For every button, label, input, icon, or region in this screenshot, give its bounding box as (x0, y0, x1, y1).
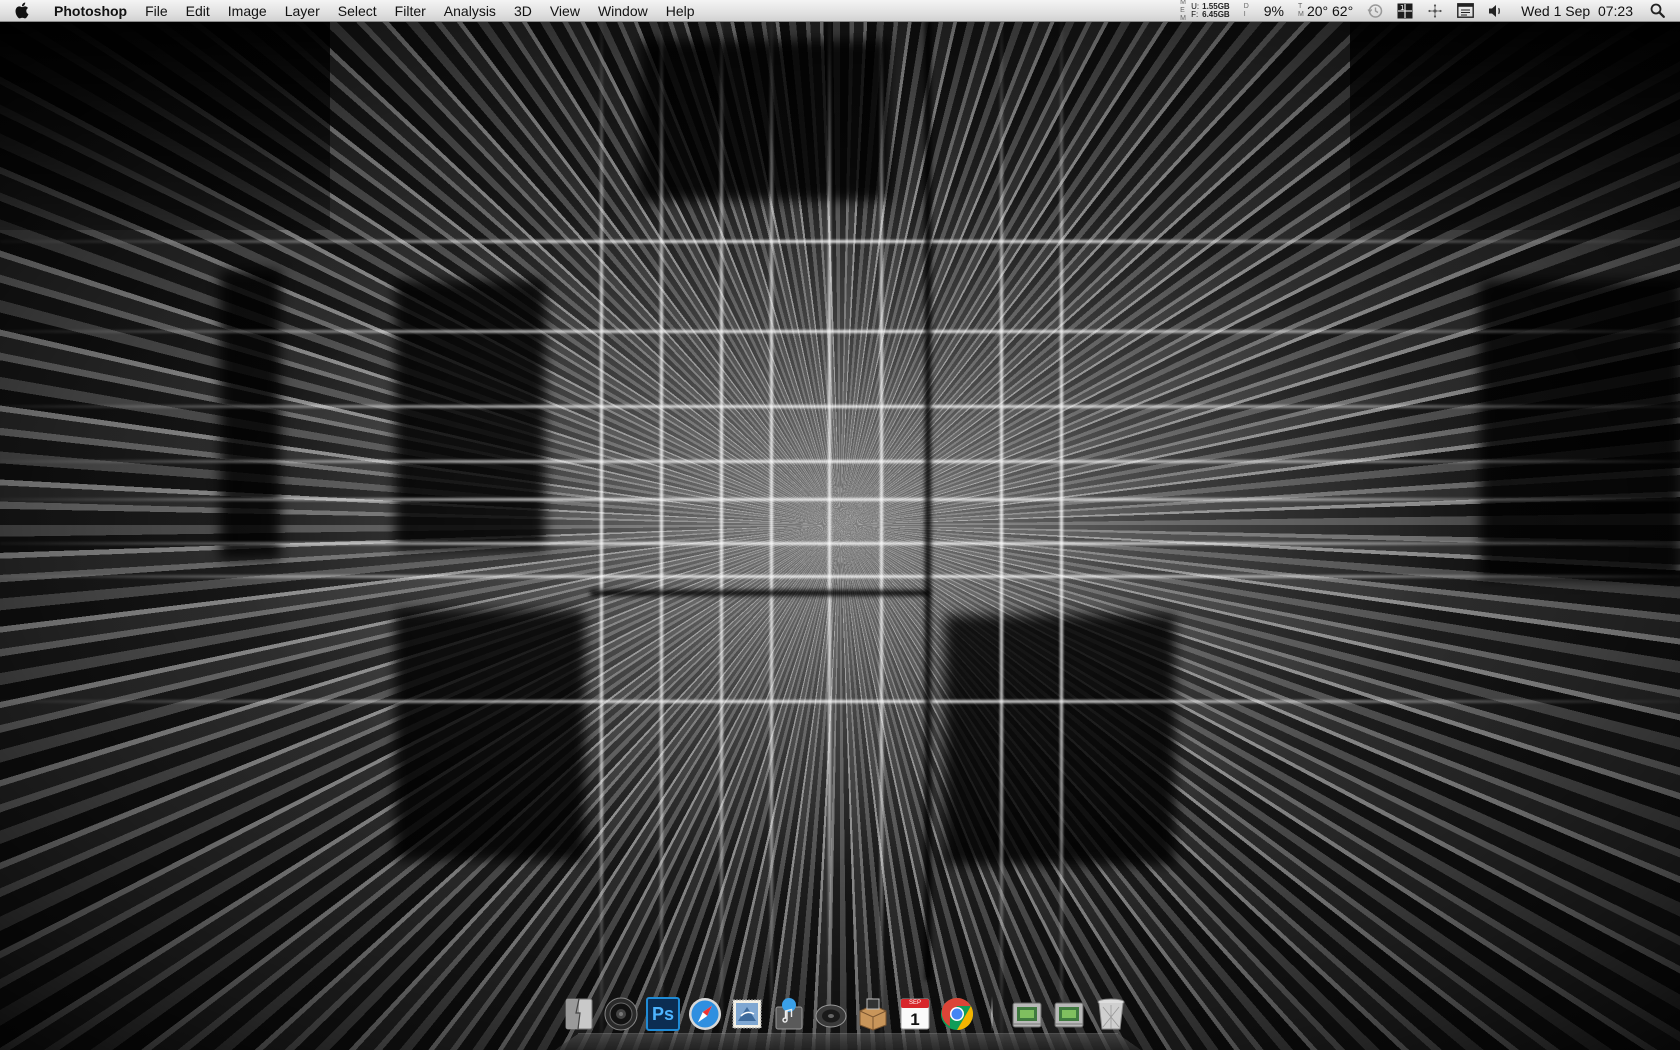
disk-letters: DI (1243, 2, 1249, 18)
time-machine-menu[interactable] (1360, 0, 1390, 22)
spotlight-search-icon (1650, 3, 1665, 18)
menu-filter[interactable]: Filter (386, 0, 435, 22)
bluetooth-dots-menu[interactable] (1420, 0, 1450, 22)
dock-app-audio[interactable] (813, 996, 849, 1032)
spaces-icon: 1 (1397, 3, 1413, 18)
chrome-icon (941, 997, 974, 1030)
hard-drive-icon (1054, 1002, 1084, 1028)
dock-app-itunes[interactable] (771, 996, 807, 1032)
photoshop-icon-label: Ps (651, 1004, 675, 1024)
temperature-values: 20° 62° (1306, 2, 1354, 19)
installer-box-icon (859, 998, 887, 1031)
menu-app-photoshop[interactable]: Photoshop (42, 0, 136, 22)
menu-bar-left: Photoshop File Edit Image Layer Select F… (0, 0, 704, 22)
menu-analysis[interactable]: Analysis (435, 0, 505, 22)
apple-icon (15, 2, 28, 19)
dock-app-finder[interactable] (561, 996, 597, 1032)
dock-app-chrome[interactable] (939, 996, 975, 1032)
dock-separator (991, 996, 993, 1032)
display-icon (1457, 3, 1475, 18)
speaker-icon (604, 997, 638, 1031)
dock-stack-documents[interactable] (1051, 996, 1087, 1032)
temperature-monitor[interactable]: TM 20° 62° (1291, 0, 1360, 22)
mail-stamp-icon (732, 999, 762, 1029)
dock-stack-downloads[interactable] (1009, 996, 1045, 1032)
audio-speaker-icon (815, 1004, 847, 1028)
memory-free-label: F: (1191, 9, 1199, 19)
dock-trash[interactable] (1093, 996, 1129, 1032)
spotlight-button[interactable] (1643, 0, 1672, 22)
cpu-monitor[interactable]: 9% (1257, 0, 1291, 22)
volume-icon (1489, 4, 1501, 17)
disk-activity-monitor[interactable]: DI (1237, 0, 1257, 22)
menu-bar-status-area: MEM U: F: 1.55GB 6.45GB DI 9% TM 20° 62° (1173, 0, 1680, 22)
memory-monitor[interactable]: MEM U: F: 1.55GB 6.45GB (1173, 0, 1237, 22)
volume-menu[interactable] (1481, 0, 1511, 22)
cpu-percent: 9% (1263, 2, 1284, 19)
menu-file[interactable]: File (136, 0, 177, 22)
dock-icons: Ps SEP 1 (561, 996, 1129, 1032)
dock: Ps SEP 1 (555, 992, 1141, 1050)
apple-menu-button[interactable] (0, 0, 42, 22)
display-menu[interactable] (1450, 0, 1481, 22)
trash-icon (1097, 998, 1125, 1030)
temperature-letters: TM (1297, 2, 1304, 18)
memory-free-value: 6.45GB (1202, 9, 1230, 19)
hard-drive-icon (1012, 1002, 1042, 1028)
menu-help[interactable]: Help (657, 0, 704, 22)
menu-image[interactable]: Image (219, 0, 276, 22)
time-machine-icon (1367, 3, 1383, 18)
dock-app-photoshop[interactable]: Ps (645, 996, 681, 1032)
menu-bar: Photoshop File Edit Image Layer Select F… (0, 0, 1680, 22)
menu-window[interactable]: Window (589, 0, 657, 22)
clock-text: Wed 1 Sep 07:23 (1521, 2, 1633, 19)
calendar-day: 1 (910, 1010, 920, 1029)
menu-view[interactable]: View (541, 0, 589, 22)
dock-shelf (555, 1033, 1141, 1050)
dock-app-speaker[interactable] (603, 996, 639, 1032)
dock-app-ical[interactable]: SEP 1 (897, 996, 933, 1032)
dock-app-safari[interactable] (687, 996, 723, 1032)
dock-app-mail[interactable] (729, 996, 765, 1032)
memory-letters: MEM (1180, 0, 1186, 22)
menu-edit[interactable]: Edit (177, 0, 219, 22)
wallpaper-vignette (0, 0, 1680, 1050)
menu-3d[interactable]: 3D (505, 0, 541, 22)
memory-values: 1.55GB 6.45GB (1202, 2, 1230, 19)
menu-select[interactable]: Select (329, 0, 386, 22)
desktop: Photoshop File Edit Image Layer Select F… (0, 0, 1680, 1050)
safari-compass-icon (689, 998, 721, 1030)
network-dots-icon (1428, 3, 1442, 18)
itunes-icon (775, 998, 803, 1030)
finder-icon (565, 998, 593, 1030)
spaces-menu[interactable]: 1 (1390, 0, 1420, 22)
svg-text:1: 1 (1400, 4, 1404, 12)
memory-labels: U: F: (1191, 2, 1199, 19)
dock-app-installer[interactable] (855, 996, 891, 1032)
menu-layer[interactable]: Layer (276, 0, 329, 22)
desktop-wallpaper (0, 0, 1680, 1050)
calendar-month: SEP (908, 1000, 921, 1006)
menu-clock[interactable]: Wed 1 Sep 07:23 (1511, 0, 1643, 22)
